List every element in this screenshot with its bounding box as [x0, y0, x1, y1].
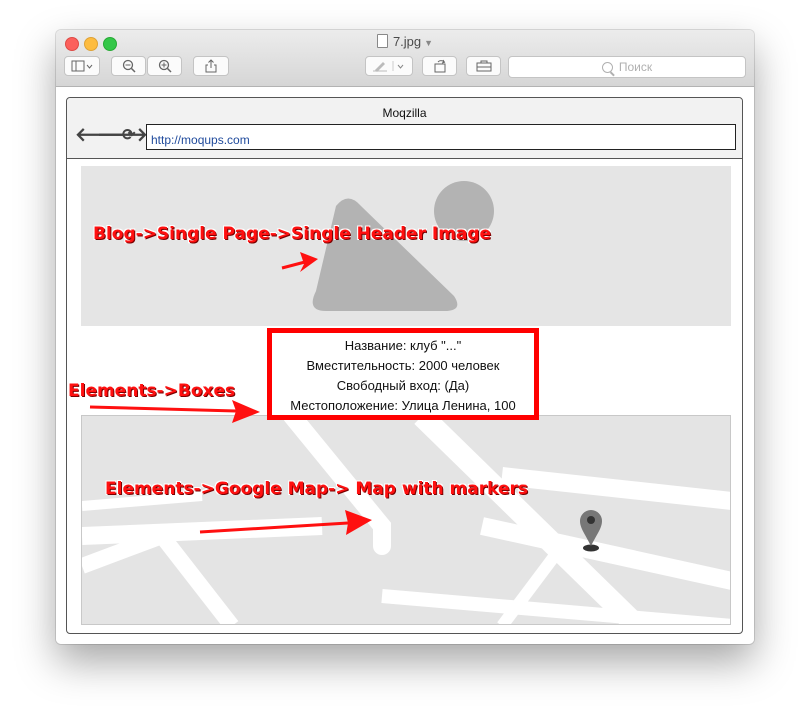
preview-window: 7.jpg ▼ Поиск Moqzilla 🡐 🡒 ⟳ http://moqu…	[56, 30, 754, 644]
reload-icon: ⟳	[122, 127, 136, 144]
search-field[interactable]: Поиск	[508, 56, 746, 78]
rotate-button[interactable]	[422, 56, 457, 76]
zoom-in-icon	[158, 59, 172, 73]
rotate-icon	[434, 59, 445, 73]
google-map-placeholder	[81, 415, 731, 625]
markup-button[interactable]	[365, 56, 413, 76]
browser-mockup-header: Moqzilla 🡐 🡒 ⟳ http://moqups.com	[67, 98, 742, 159]
document-content: Moqzilla 🡐 🡒 ⟳ http://moqups.com Названи…	[56, 87, 754, 644]
zoom-in-button[interactable]	[147, 56, 182, 76]
browser-mockup-title: Moqzilla	[382, 106, 427, 120]
document-title-label: 7.jpg	[392, 34, 422, 49]
share-icon	[205, 59, 217, 73]
info-line-name: Название: клуб "..."	[344, 338, 462, 353]
annotation-google-map: Elements->Google Map-> Map with markers	[105, 479, 528, 499]
info-line-capacity: Вместительность: 2000 человек	[306, 358, 500, 373]
sidebar-icon	[71, 60, 93, 72]
share-button[interactable]	[193, 56, 229, 76]
annotation-boxes: Elements->Boxes	[68, 381, 236, 401]
image-placeholder-icon	[312, 181, 494, 311]
header-image-placeholder	[81, 166, 731, 326]
zoom-out-icon	[122, 59, 136, 73]
info-line-location: Местоположение: Улица Ленина, 100	[290, 398, 516, 413]
map-streets-graphic	[82, 416, 730, 624]
pen-icon	[373, 61, 404, 72]
url-field: http://moqups.com	[146, 124, 736, 150]
annotation-header-image: Blog->Single Page->Single Header Image	[93, 224, 492, 244]
info-line-free-entry: Свободный вход: (Да)	[336, 378, 470, 393]
document-title[interactable]: 7.jpg ▼	[56, 34, 754, 49]
toolbox-icon	[476, 60, 491, 72]
chevron-down-icon: ▼	[424, 38, 434, 48]
search-placeholder: Поиск	[618, 60, 653, 74]
toolbox-button[interactable]	[466, 56, 501, 76]
titlebar: 7.jpg ▼ Поиск	[56, 30, 754, 87]
search-icon	[601, 61, 613, 73]
image-file-icon	[376, 34, 388, 48]
browser-mockup: Moqzilla 🡐 🡒 ⟳ http://moqups.com Названи…	[66, 97, 743, 634]
sidebar-toggle-button[interactable]	[64, 56, 100, 76]
info-box: Название: клуб "..." Вместительность: 20…	[267, 328, 539, 420]
zoom-out-button[interactable]	[111, 56, 146, 76]
